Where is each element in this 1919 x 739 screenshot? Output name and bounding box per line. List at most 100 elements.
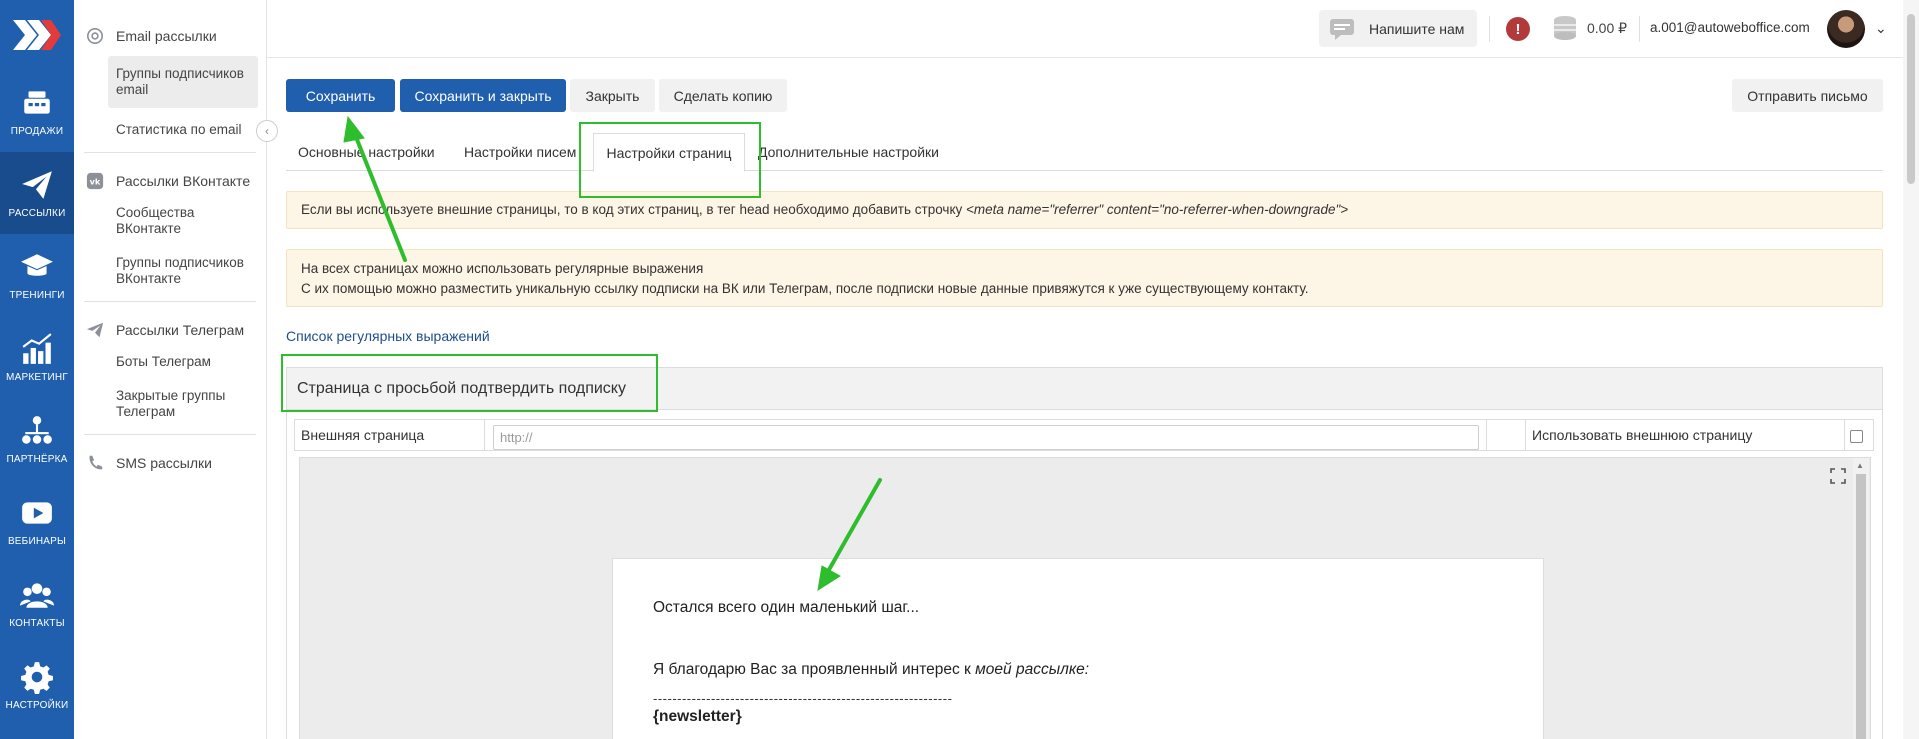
- chevron-down-icon[interactable]: ⌄: [1875, 20, 1887, 37]
- submenu-group-email[interactable]: Email рассылки: [74, 22, 266, 50]
- tab-main-settings[interactable]: Основные настройки: [298, 144, 435, 160]
- alert-code: <meta name="referrer" content="no-referr…: [966, 202, 1349, 217]
- rail-label: МАРКЕТИНГ: [6, 371, 68, 383]
- rail-label: ПРОДАЖИ: [10, 125, 64, 137]
- rail-item-sales[interactable]: ПРОДАЖИ: [0, 70, 74, 152]
- tab-extra-settings[interactable]: Дополнительные настройки: [758, 144, 939, 160]
- settings-tabs: Основные настройки Настройки писем Настр…: [286, 133, 1883, 172]
- divider: [84, 434, 256, 435]
- rail-label: НАСТРОЙКИ: [5, 699, 69, 711]
- coins-icon: [1554, 16, 1576, 40]
- rail-item-trainings[interactable]: ТРЕНИНГИ: [0, 234, 74, 316]
- regex-list-link[interactable]: Список регулярных выражений: [286, 328, 490, 344]
- rail-item-contacts[interactable]: КОНТАКТЫ: [0, 562, 74, 644]
- submenu-group-sms[interactable]: SMS рассылки: [74, 449, 266, 477]
- vk-logo-icon: vk: [86, 172, 104, 190]
- rail-label: РАССЫЛКИ: [8, 207, 66, 219]
- chat-bubble-icon: [1330, 18, 1354, 40]
- rail-item-webinars[interactable]: ВЕБИНАРЫ: [0, 480, 74, 562]
- submenu-item-email-groups[interactable]: Группы подписчиков email: [108, 56, 258, 108]
- submenu-group-label: Рассылки Телеграм: [116, 322, 245, 338]
- save-button[interactable]: Сохранить: [286, 79, 395, 112]
- rail-label: ТРЕНИНГИ: [9, 289, 65, 301]
- page-editor[interactable]: ▲ Остался всего один маленький шаг... Я …: [299, 457, 1871, 739]
- editor-separator: ----------------------------------------…: [653, 691, 953, 706]
- external-page-row: Внешняя страница http:// Использовать вн…: [294, 419, 1874, 451]
- close-button[interactable]: Закрыть: [570, 79, 655, 112]
- avatar[interactable]: [1827, 10, 1865, 48]
- app-logo[interactable]: [0, 0, 74, 70]
- mailings-submenu: Email рассылки Группы подписчиков email …: [74, 0, 267, 739]
- external-url-input[interactable]: http://: [493, 425, 1479, 450]
- alert-text: Если вы используете внешние страницы, то…: [301, 202, 967, 217]
- use-external-label: Использовать внешнюю страницу: [1525, 420, 1845, 450]
- cash-register-icon: [24, 90, 50, 114]
- logo-chevrons-icon: [13, 20, 61, 50]
- scrollbar-thumb[interactable]: [1856, 474, 1866, 739]
- notification-alert-icon[interactable]: !: [1506, 17, 1530, 41]
- svg-text:vk: vk: [90, 177, 101, 187]
- submenu-group-label: Рассылки ВКонтакте: [116, 173, 251, 189]
- alert-line: С их помощью можно разместить уникальную…: [301, 281, 1309, 296]
- confirm-page-panel: Страница с просьбой подтвердить подписку…: [286, 367, 1883, 739]
- use-external-checkbox[interactable]: [1850, 430, 1863, 443]
- header-separator: [1489, 16, 1490, 42]
- user-email: a.001@autoweboffice.com: [1650, 20, 1810, 35]
- divider: [84, 301, 256, 302]
- annotation-box-title: [281, 354, 658, 412]
- fullscreen-expand-icon[interactable]: [1830, 468, 1846, 484]
- header-separator: [1639, 16, 1640, 42]
- external-page-label: Внешняя страница: [295, 420, 485, 450]
- submenu-item-tg-bots[interactable]: Боты Телеграм: [74, 354, 258, 370]
- rail-label: ПАРТНЁРКА: [6, 453, 68, 465]
- tab-letter-settings[interactable]: Настройки писем: [464, 144, 576, 160]
- submenu-item-vk-groups[interactable]: Группы подписчиков ВКонтакте: [74, 255, 258, 287]
- send-letter-button[interactable]: Отправить письмо: [1732, 79, 1883, 112]
- rail-item-partners[interactable]: ПАРТНЁРКА: [0, 398, 74, 480]
- chevron-left-icon: ‹: [265, 124, 269, 138]
- rail-item-settings[interactable]: НАСТРОЙКИ: [0, 644, 74, 726]
- partner-network-icon: [22, 415, 52, 444]
- make-copy-button[interactable]: Сделать копию: [659, 79, 787, 112]
- alert-line: На всех страницах можно использовать рег…: [301, 261, 704, 276]
- editor-scrollbar[interactable]: ▲: [1853, 458, 1869, 739]
- people-icon: [20, 582, 54, 608]
- write-us-button[interactable]: Напишите нам: [1319, 10, 1477, 47]
- video-play-icon: [22, 501, 52, 524]
- rail-label: ВЕБИНАРЫ: [7, 535, 67, 547]
- annotation-box-tab: [579, 122, 761, 198]
- telegram-icon: [86, 322, 104, 338]
- main-nav-rail: ПРОДАЖИ РАССЫЛКИ ТРЕНИНГИ МАРКЕТИНГ ПАРТ…: [0, 0, 74, 739]
- paper-plane-icon: [22, 170, 52, 199]
- referrer-alert: Если вы используете внешние страницы, то…: [286, 191, 1883, 229]
- divider: [84, 152, 256, 153]
- editor-line: Остался всего один маленький шаг...: [653, 599, 920, 616]
- scrollbar-thumb[interactable]: [1907, 14, 1915, 184]
- editor-page-content[interactable]: Остался всего один маленький шаг... Я бл…: [612, 558, 1544, 739]
- rail-item-mailings[interactable]: РАССЫЛКИ: [0, 152, 74, 234]
- newsletter-placeholder: {newsletter}: [653, 708, 742, 725]
- submenu-item-tg-closed-groups[interactable]: Закрытые группы Телеграм: [74, 388, 258, 420]
- save-and-close-button[interactable]: Сохранить и закрыть: [400, 79, 566, 112]
- submenu-item-email-stats[interactable]: Статистика по email: [74, 122, 258, 138]
- top-bar: Напишите нам ! 0.00 ₽ a.001@autoweboffic…: [267, 0, 1919, 58]
- scroll-up-icon[interactable]: ▲: [1856, 461, 1864, 470]
- rail-item-marketing[interactable]: МАРКЕТИНГ: [0, 316, 74, 398]
- editor-line: Я благодарю Вас за проявленный интерес к…: [653, 661, 1090, 678]
- phone-icon: [89, 455, 103, 470]
- at-sign-icon: [86, 27, 104, 45]
- rail-label: КОНТАКТЫ: [9, 617, 65, 629]
- submenu-item-vk-communities[interactable]: Сообщества ВКонтакте: [74, 205, 258, 237]
- submenu-group-label: Email рассылки: [116, 28, 217, 44]
- chart-growth-icon: [22, 332, 52, 364]
- submenu-group-label: SMS рассылки: [116, 455, 212, 471]
- account-balance: 0.00 ₽: [1587, 20, 1628, 36]
- cell-divider: [1486, 420, 1487, 450]
- submenu-group-telegram[interactable]: Рассылки Телеграм: [74, 316, 266, 344]
- submenu-group-vk[interactable]: vk Рассылки ВКонтакте: [74, 167, 266, 195]
- regex-alert: На всех страницах можно использовать рег…: [286, 249, 1883, 307]
- page-scrollbar[interactable]: [1903, 0, 1919, 739]
- collapse-sidebar-button[interactable]: ‹: [256, 120, 278, 142]
- gear-icon: [21, 661, 53, 694]
- write-us-label: Напишите нам: [1369, 20, 1465, 37]
